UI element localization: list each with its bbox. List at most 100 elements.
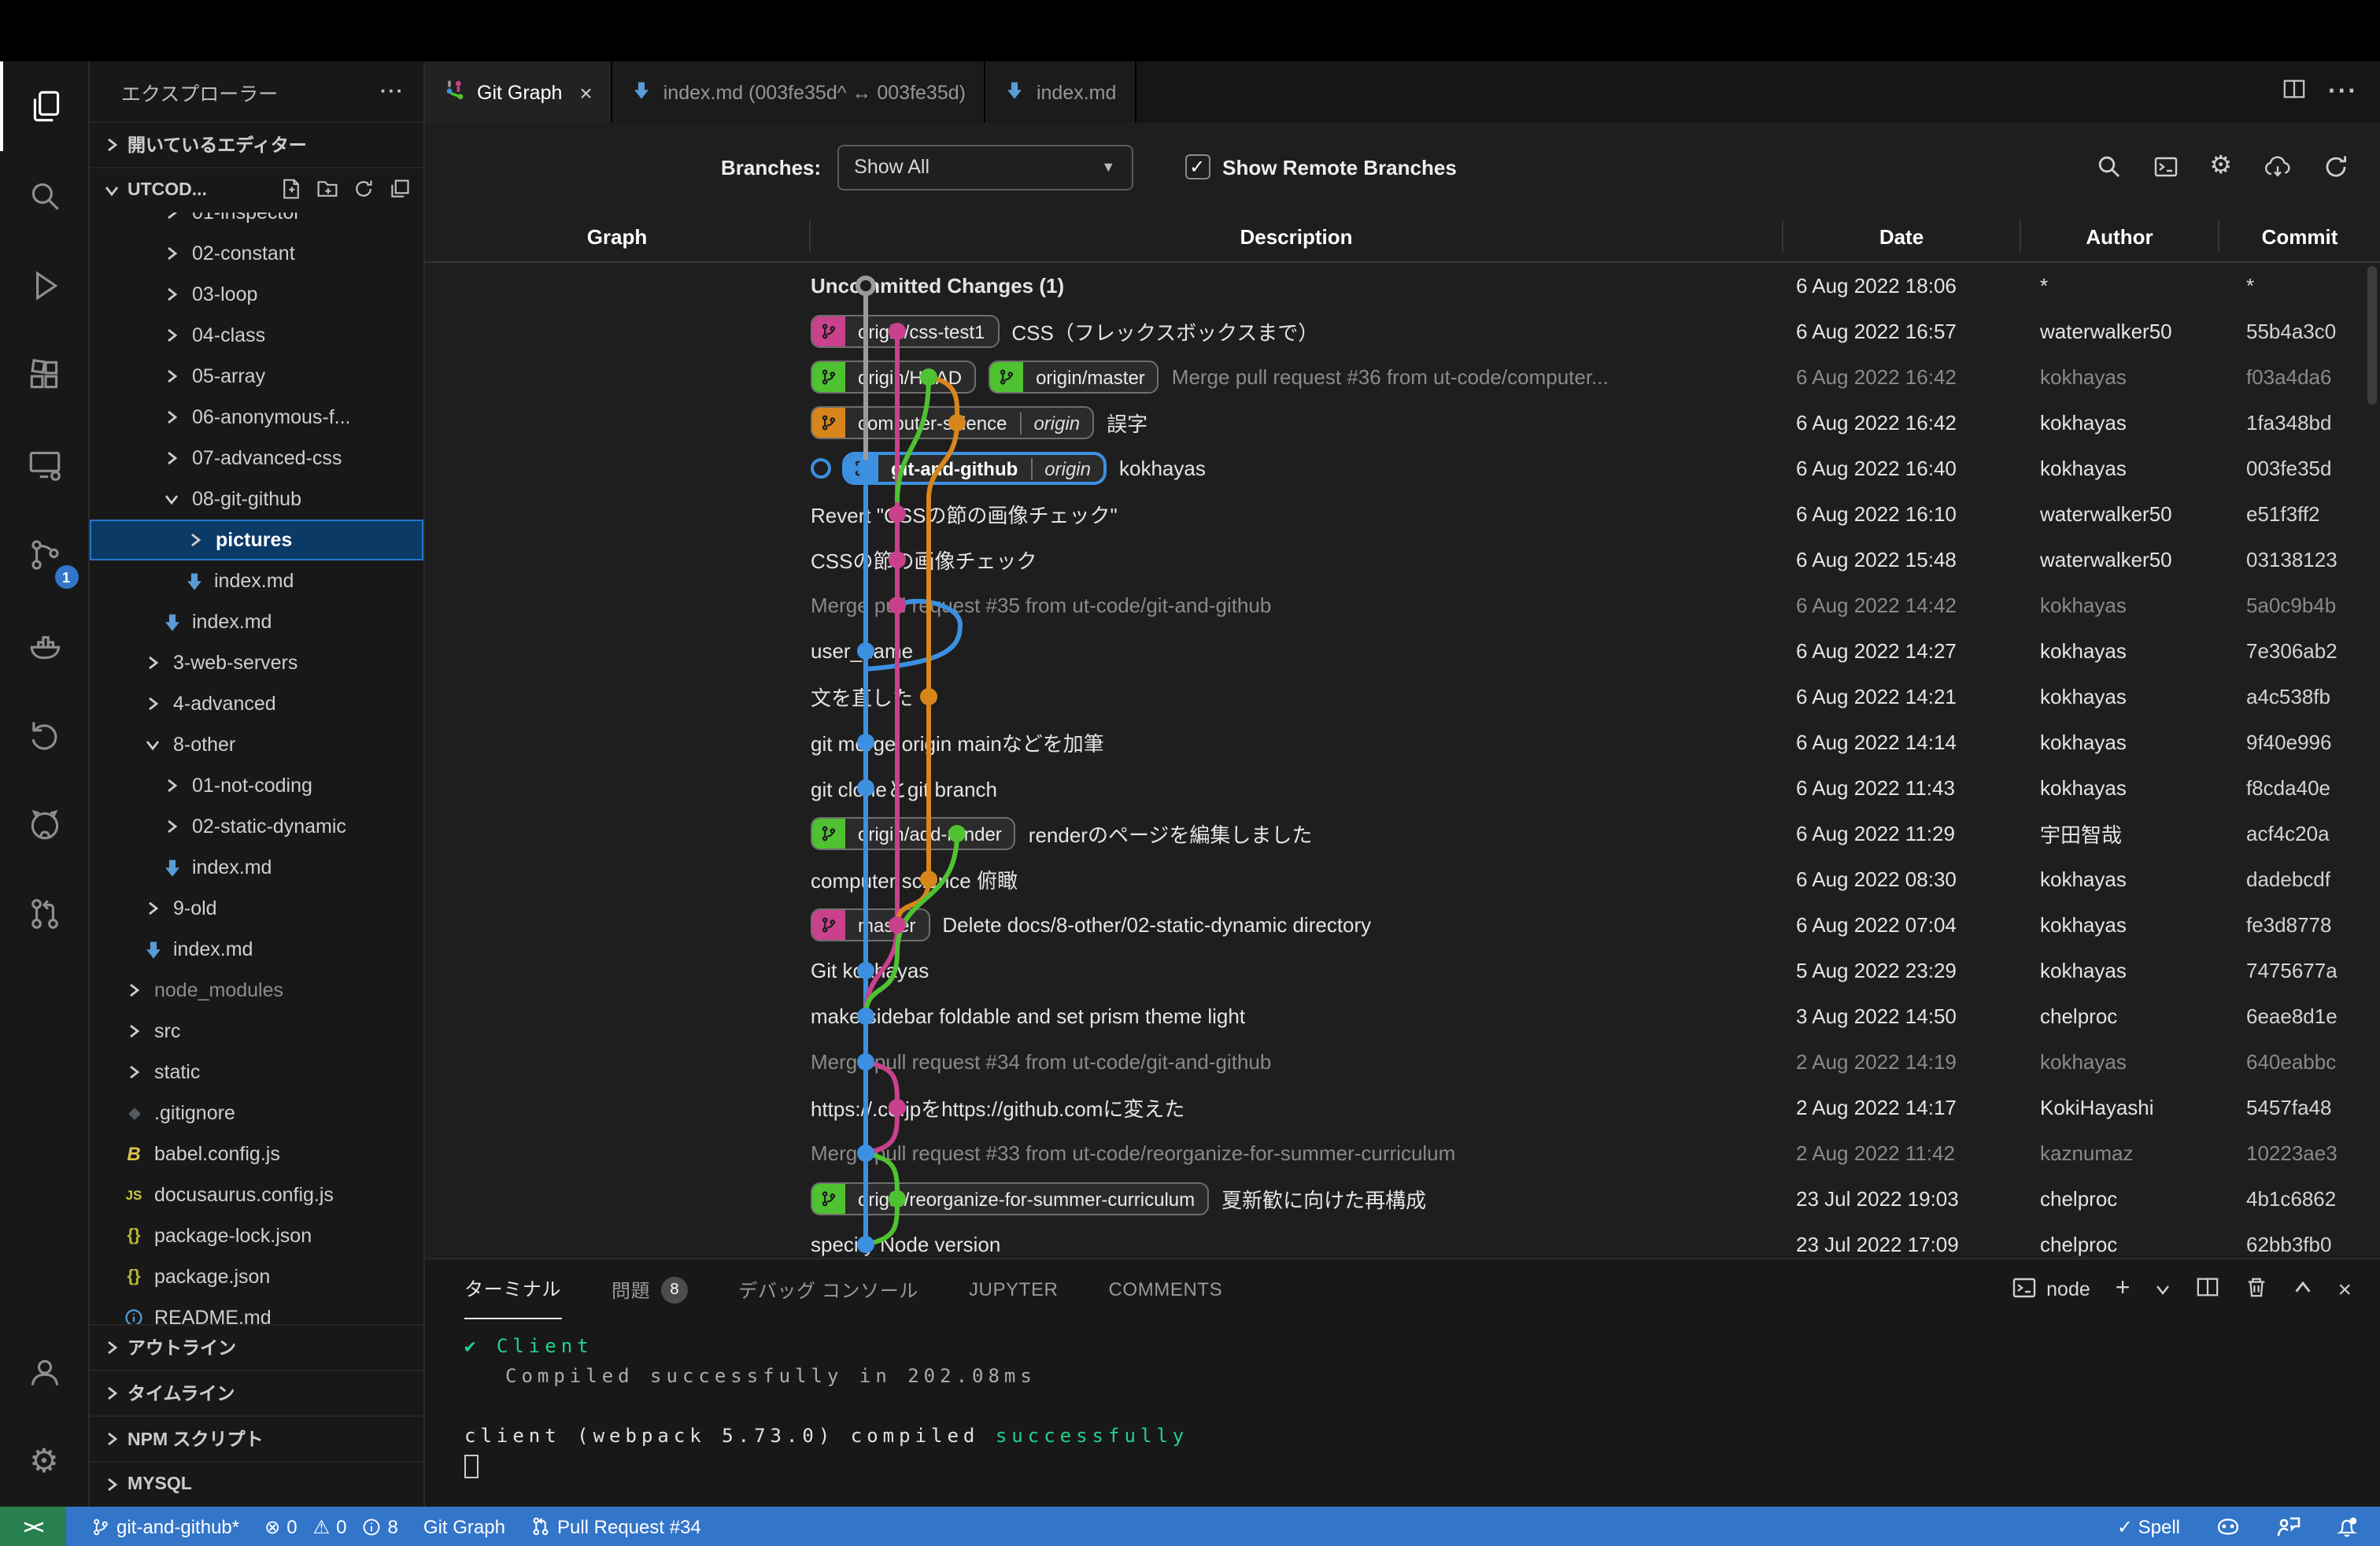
tree-item-04-class[interactable]: 04-class	[90, 315, 423, 356]
tree-item-index-md[interactable]: index.md	[90, 601, 423, 642]
commit-row[interactable]: Merge pull request #35 from ut-code/git-…	[425, 583, 2380, 628]
commit-row[interactable]: https://.co.jpをhttps://github.comに変えた2 A…	[425, 1085, 2380, 1130]
tree-item--gitignore[interactable]: .gitignore	[90, 1093, 423, 1134]
refresh-icon[interactable]	[2323, 154, 2349, 179]
tree-item-node-modules[interactable]: node_modules	[90, 970, 423, 1011]
sidebar-section--[interactable]: タイムライン	[90, 1370, 423, 1415]
undo-history-icon[interactable]	[0, 690, 89, 779]
tree-item-05-array[interactable]: 05-array	[90, 356, 423, 397]
header-date[interactable]: Date	[1783, 220, 2021, 252]
tree-item-index-md[interactable]: index.md	[90, 929, 423, 970]
split-terminal-icon[interactable]	[2196, 1275, 2219, 1304]
docker-icon[interactable]	[0, 600, 89, 690]
commit-row[interactable]: Revert "CSSの節の画像チェック"6 Aug 2022 16:10wat…	[425, 491, 2380, 537]
workspace-section-header[interactable]: UTCOD...	[90, 167, 423, 213]
fetch-icon[interactable]	[2264, 155, 2292, 179]
commit-row[interactable]: Merge pull request #34 from ut-code/git-…	[425, 1039, 2380, 1085]
tree-item-9-old[interactable]: 9-old	[90, 888, 423, 929]
tree-item-01-inspector[interactable]: 01-inspector	[90, 213, 423, 233]
settings-icon[interactable]: ⚙	[0, 1417, 89, 1507]
tree-item-02-constant[interactable]: 02-constant	[90, 233, 423, 274]
tree-item-8-other[interactable]: 8-other	[90, 724, 423, 765]
header-commit[interactable]: Commit	[2219, 220, 2380, 252]
commit-row[interactable]: git cloneとgit branch6 Aug 2022 11:43kokh…	[425, 765, 2380, 811]
tab-indexmd[interactable]: index.md	[986, 61, 1136, 123]
remote-indicator[interactable]: ><	[0, 1507, 66, 1546]
panel-tab-jupyter[interactable]: JUPYTER	[969, 1259, 1059, 1319]
tree-item-src[interactable]: src	[90, 1011, 423, 1052]
account-icon[interactable]	[0, 1327, 89, 1417]
terminal-output[interactable]: ✔ ClientCompiled successfully in 202.08m…	[425, 1319, 2380, 1507]
feedback-icon[interactable]	[2276, 1515, 2301, 1537]
status-problems[interactable]: ⊗0⚠08	[264, 1515, 398, 1537]
panel-tab-comments[interactable]: COMMENTS	[1109, 1259, 1223, 1319]
settings-icon[interactable]: ⚙	[2209, 154, 2232, 179]
commit-row[interactable]: computer science 俯瞰6 Aug 2022 08:30kokha…	[425, 856, 2380, 902]
panel-tab--[interactable]: 問題8	[612, 1259, 688, 1319]
tree-item-babel-config-js[interactable]: Bbabel.config.js	[90, 1134, 423, 1174]
maximize-panel-icon[interactable]	[2293, 1277, 2312, 1302]
tree-item-package-json[interactable]: {}package.json	[90, 1256, 423, 1297]
commit-row[interactable]: origin/css-test1CSS（フレックスボックスまで）6 Aug 20…	[425, 309, 2380, 354]
commit-row[interactable]: computer-scienceorigin誤字6 Aug 2022 16:42…	[425, 400, 2380, 446]
tab-indexmd[interactable]: index.md (003fe35d^ ↔ 003fe35d)	[613, 61, 986, 123]
status-git-graph[interactable]: Git Graph	[423, 1515, 505, 1537]
more-actions-icon[interactable]: ···	[380, 80, 405, 102]
tree-item-4-advanced[interactable]: 4-advanced	[90, 683, 423, 724]
commit-row[interactable]: Git kokhayas5 Aug 2022 23:29kokhayas7475…	[425, 948, 2380, 993]
commit-row[interactable]: user_name6 Aug 2022 14:27kokhayas7e306ab…	[425, 628, 2380, 674]
kill-terminal-icon[interactable]	[2245, 1275, 2268, 1304]
commit-row[interactable]: Uncommitted Changes (1)6 Aug 2022 18:06*…	[425, 263, 2380, 309]
collapse-all-icon[interactable]	[389, 177, 411, 204]
header-graph[interactable]: Graph	[425, 220, 811, 252]
sidebar-section--[interactable]: アウトライン	[90, 1324, 423, 1370]
status-pull-request[interactable]: Pull Request #34	[530, 1515, 701, 1537]
tree-item-06-anonymous-f-[interactable]: 06-anonymous-f...	[90, 397, 423, 438]
commit-row[interactable]: specify Node version23 Jul 2022 17:09che…	[425, 1222, 2380, 1258]
tree-item-07-advanced-css[interactable]: 07-advanced-css	[90, 438, 423, 479]
tree-item-3-web-servers[interactable]: 3-web-servers	[90, 642, 423, 683]
tab-git[interactable]: Git Graph×	[425, 61, 613, 123]
sidebar-section-npm-[interactable]: NPM スクリプト	[90, 1415, 423, 1461]
header-description[interactable]: Description	[811, 220, 1783, 252]
commit-row[interactable]: origin/reorganize-for-summer-curriculum夏…	[425, 1176, 2380, 1222]
source-control-icon[interactable]: 1	[0, 510, 89, 600]
tree-item-static[interactable]: static	[90, 1052, 423, 1093]
scrollbar[interactable]	[2367, 266, 2377, 405]
panel-tab--[interactable]: ターミナル	[464, 1259, 561, 1319]
tree-item-01-not-coding[interactable]: 01-not-coding	[90, 765, 423, 806]
tree-item-package-lock-json[interactable]: {}package-lock.json	[90, 1215, 423, 1256]
tree-item-pictures[interactable]: pictures	[90, 520, 423, 560]
commit-row[interactable]: 文を直した6 Aug 2022 14:21kokhayasa4c538fb	[425, 674, 2380, 719]
show-remote-checkbox[interactable]: ✓	[1184, 154, 1210, 179]
open-editors-section[interactable]: 開いているエディター	[90, 121, 423, 167]
bell-icon[interactable]	[2336, 1515, 2358, 1537]
tree-item-docusaurus-config-js[interactable]: JSdocusaurus.config.js	[90, 1174, 423, 1215]
tree-item-03-loop[interactable]: 03-loop	[90, 274, 423, 315]
commit-row[interactable]: masterDelete docs/8-other/02-static-dyna…	[425, 902, 2380, 948]
explorer-icon[interactable]	[0, 61, 89, 151]
commit-row[interactable]: CSSの節の画像チェック6 Aug 2022 15:48waterwalker5…	[425, 537, 2380, 583]
more-actions-icon[interactable]: ···	[2328, 78, 2358, 106]
commit-row[interactable]: git-and-githuboriginkokhayas6 Aug 2022 1…	[425, 446, 2380, 491]
run-debug-icon[interactable]	[0, 241, 89, 331]
tree-item-readme-md[interactable]: README.md	[90, 1297, 423, 1324]
terminal-icon[interactable]	[2153, 154, 2178, 179]
sidebar-section-mysql[interactable]: MYSQL	[90, 1461, 423, 1507]
header-author[interactable]: Author	[2021, 220, 2219, 252]
new-folder-icon[interactable]	[316, 177, 338, 204]
panel-tab--[interactable]: デバッグ コンソール	[738, 1259, 918, 1319]
commit-row[interactable]: Merge pull request #33 from ut-code/reor…	[425, 1130, 2380, 1176]
split-editor-icon[interactable]	[2282, 76, 2306, 108]
copilot-icon[interactable]	[2215, 1516, 2241, 1537]
new-file-icon[interactable]	[280, 177, 302, 204]
tree-item-02-static-dynamic[interactable]: 02-static-dynamic	[90, 806, 423, 847]
commit-row[interactable]: origin/add-renderrenderのページを編集しました6 Aug …	[425, 811, 2380, 856]
close-panel-icon[interactable]: ×	[2338, 1276, 2352, 1303]
shell-selector[interactable]: node	[2012, 1274, 2090, 1304]
commit-row[interactable]: make sidebar foldable and set prism them…	[425, 993, 2380, 1039]
tree-item-08-git-github[interactable]: 08-git-github	[90, 479, 423, 520]
close-icon[interactable]: ×	[579, 80, 592, 105]
tree-item-index-md[interactable]: index.md	[90, 847, 423, 888]
new-terminal-icon[interactable]: +	[2116, 1275, 2131, 1304]
